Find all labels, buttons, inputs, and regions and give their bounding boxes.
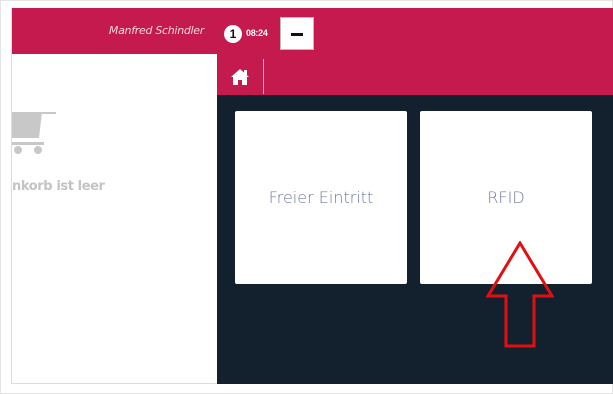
home-icon bbox=[231, 69, 249, 85]
nav-divider bbox=[263, 59, 264, 94]
user-header: Manfred Schindler bbox=[12, 8, 218, 54]
tile-free-entry[interactable]: Freier Eintritt bbox=[235, 111, 407, 284]
user-name: Manfred Schindler bbox=[108, 24, 204, 37]
cart-panel: Manfred Schindler nkorb ist leer bbox=[11, 8, 218, 384]
main-header: 1 08:24 bbox=[217, 8, 613, 95]
cart-empty-text: nkorb ist leer bbox=[12, 179, 105, 194]
up-arrow-annotation bbox=[486, 241, 554, 348]
minus-button[interactable] bbox=[280, 17, 314, 50]
clock-time: 08:24 bbox=[246, 28, 268, 38]
home-button[interactable] bbox=[217, 58, 265, 95]
tile-label: RFID bbox=[487, 188, 525, 207]
window-frame: Manfred Schindler nkorb ist leer 1 08:24 bbox=[0, 0, 613, 394]
minus-icon bbox=[291, 33, 303, 36]
tile-label: Freier Eintritt bbox=[268, 188, 374, 207]
shopping-cart-icon bbox=[12, 112, 56, 154]
queue-count-badge[interactable]: 1 bbox=[224, 25, 242, 43]
